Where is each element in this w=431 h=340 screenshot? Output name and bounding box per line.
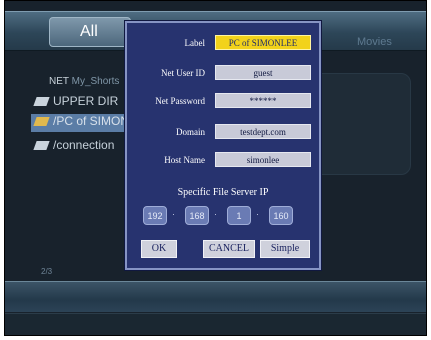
ip-separator: · — [172, 209, 175, 219]
user-id-label: Net User ID — [161, 68, 205, 78]
password-row: Net Password ****** — [127, 92, 319, 112]
ok-button[interactable]: OK — [141, 240, 177, 258]
list-item[interactable]: UPPER DIR — [33, 94, 119, 112]
domain-field[interactable]: testdept.com — [215, 124, 311, 139]
password-field[interactable]: ****** — [215, 93, 311, 108]
ip-section-title: Specific File Server IP — [177, 187, 269, 198]
ip-octet-3[interactable]: 1 — [227, 206, 251, 225]
status-bar — [5, 313, 426, 335]
label-field[interactable]: PC of SIMONLEE — [215, 35, 311, 50]
page-counter: 2/3 — [41, 267, 53, 276]
ip-octet-4[interactable]: 160 — [269, 206, 293, 225]
user-id-field[interactable]: guest — [215, 65, 311, 80]
ip-separator: · — [214, 209, 217, 219]
ip-octet-2[interactable]: 168 — [185, 206, 209, 225]
label-label: Label — [184, 38, 206, 48]
breadcrumb-current: My_Shorts — [71, 76, 120, 87]
breadcrumb-root: NET — [49, 76, 69, 87]
password-label: Net Password — [155, 96, 205, 106]
tab-all[interactable]: All — [49, 17, 131, 47]
user-id-row: Net User ID guest — [127, 64, 319, 84]
host-name-label: Host Name — [164, 155, 205, 165]
simple-button[interactable]: Simple — [260, 240, 310, 258]
domain-label: Domain — [176, 127, 205, 137]
list-item-label: /connection — [53, 138, 115, 152]
ip-octet-1[interactable]: 192 — [143, 206, 167, 225]
folder-icon — [33, 141, 50, 151]
breadcrumb: NET My_Shorts — [49, 76, 119, 87]
folder-icon — [33, 117, 50, 127]
list-item-selected[interactable]: /PC of SIMONLEE — [31, 114, 152, 132]
list-item[interactable]: /connection — [33, 138, 115, 156]
ip-separator: · — [256, 209, 259, 219]
tab-all-label: All — [80, 23, 98, 40]
bottom-bar — [5, 281, 426, 312]
network-share-dialog: Label PC of SIMONLEE Net User ID guest N… — [125, 21, 321, 270]
media-player-screen: Movies All NET My_Shorts UPPER DIR /PC o… — [4, 0, 427, 336]
list-item-label: UPPER DIR — [53, 94, 119, 108]
folder-icon — [33, 97, 50, 107]
domain-row: Domain testdept.com — [127, 123, 319, 143]
tab-movies[interactable]: Movies — [357, 36, 392, 48]
host-name-field[interactable]: simonlee — [215, 152, 311, 167]
host-name-row: Host Name simonlee — [127, 151, 319, 171]
label-row: Label PC of SIMONLEE — [127, 34, 319, 54]
cancel-button[interactable]: CANCEL — [203, 240, 255, 258]
